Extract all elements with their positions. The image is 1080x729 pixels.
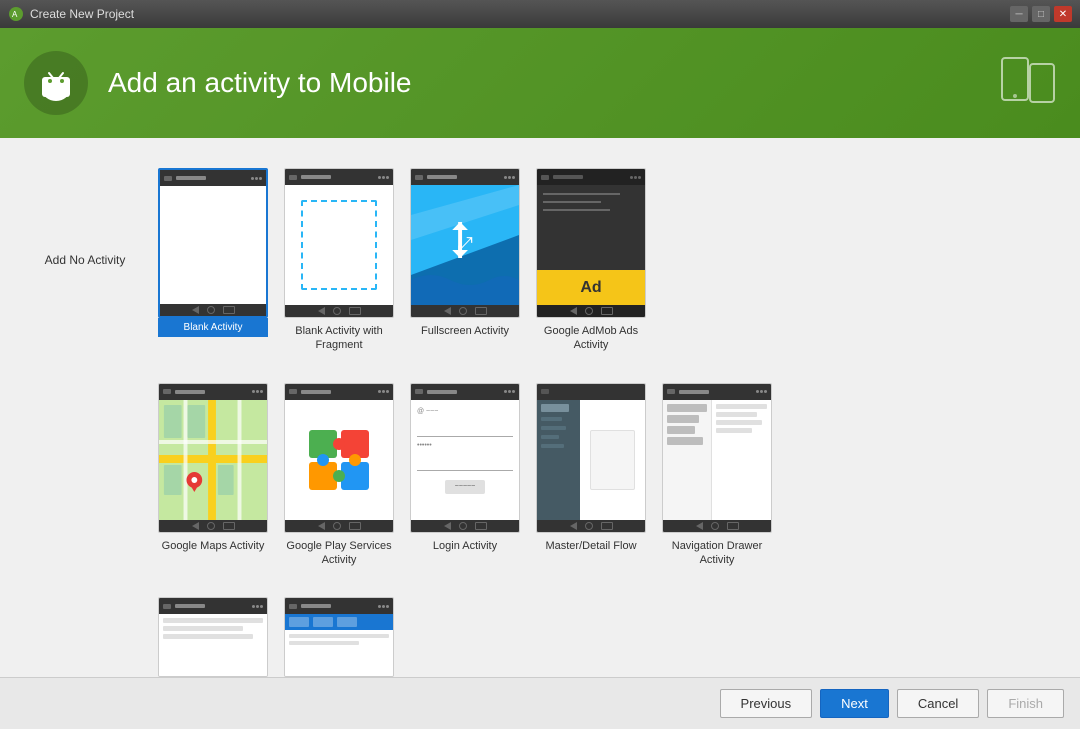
scrollist-preview <box>158 597 268 677</box>
blank-label-bar: Blank Activity <box>158 318 268 337</box>
activity-card-maps[interactable]: Google Maps Activity <box>150 373 276 578</box>
navdrawer-preview <box>662 383 772 533</box>
phone-topbar <box>160 170 266 186</box>
fullscreen-activity-card[interactable]: ⤢ Fullscreen Activity <box>410 168 520 338</box>
masterdetail-body <box>537 400 645 520</box>
activity-card-scrollist[interactable]: Scrolling Activity <box>150 587 276 677</box>
fragment-dashed-box <box>301 200 377 290</box>
maximize-button[interactable]: □ <box>1032 6 1050 22</box>
activity-card-blank[interactable]: Blank Activity <box>150 158 276 363</box>
main-content: Add No Activity <box>0 138 1080 729</box>
maps-label: Google Maps Activity <box>158 539 268 553</box>
login-preview: @ ~~~ •••••• ~~~~~ <box>410 383 520 533</box>
title-bar: A Create New Project ─ □ ✕ <box>0 0 1080 28</box>
activity-card-login[interactable]: @ ~~~ •••••• ~~~~~ Login Activity <box>402 373 528 578</box>
fullscreen-expand-icon: ⤢ <box>457 234 473 257</box>
maps-preview <box>158 383 268 533</box>
navdrawer-activity-card[interactable]: Navigation Drawer Activity <box>662 383 772 568</box>
blank-preview <box>158 168 268 318</box>
masterdetail-preview <box>536 383 646 533</box>
device-icon <box>1000 54 1056 113</box>
fullscreen-preview: ⤢ <box>410 168 520 318</box>
fragment-body <box>285 185 393 305</box>
maps-activity-card[interactable]: Google Maps Activity <box>158 383 268 553</box>
tab-bar <box>285 614 393 630</box>
fragment-label: Blank Activity with Fragment <box>284 324 394 353</box>
navdrawer-label: Navigation Drawer Activity <box>662 539 772 568</box>
window-title: Create New Project <box>30 7 1010 21</box>
admob-banner: Ad <box>537 270 645 305</box>
svg-text:A: A <box>12 10 18 19</box>
fullscreen-body: ⤢ <box>411 185 519 305</box>
login-label: Login Activity <box>410 539 520 553</box>
gplay-preview <box>284 383 394 533</box>
tabbed-activity-card[interactable]: Tabbed Activity <box>284 597 394 677</box>
finish-button[interactable]: Finish <box>987 689 1064 718</box>
admob-activity-card[interactable]: Ad Google AdMob Ads Activity <box>536 168 646 353</box>
login-btn-mock: ~~~~~ <box>445 480 485 494</box>
gplay-label: Google Play Services Activity <box>284 539 394 568</box>
admob-body: Ad <box>537 185 645 305</box>
activity-card-navdrawer[interactable]: Navigation Drawer Activity <box>654 373 780 578</box>
maps-svg <box>159 400 267 520</box>
fragment-activity-card[interactable]: Blank Activity with Fragment <box>284 168 394 353</box>
activity-card-fragment[interactable]: Blank Activity with Fragment <box>276 158 402 363</box>
activity-card-masterdetail[interactable]: Master/Detail Flow <box>528 373 654 578</box>
scrollist-body <box>159 614 267 676</box>
gplay-activity-card[interactable]: Google Play Services Activity <box>284 383 394 568</box>
previous-button[interactable]: Previous <box>720 689 813 718</box>
blank-body <box>160 186 266 304</box>
activity-card-gplay[interactable]: Google Play Services Activity <box>276 373 402 578</box>
add-no-activity-label: Add No Activity <box>45 253 126 267</box>
login-activity-card[interactable]: @ ~~~ •••••• ~~~~~ Login Activity <box>410 383 520 553</box>
tabbed-preview <box>284 597 394 677</box>
minimize-button[interactable]: ─ <box>1010 6 1028 22</box>
android-logo <box>24 51 88 115</box>
masterdetail-activity-card[interactable]: Master/Detail Flow <box>536 383 646 553</box>
login-body: @ ~~~ •••••• ~~~~~ <box>411 400 519 520</box>
next-button[interactable]: Next <box>820 689 889 718</box>
phone-bottombar <box>160 304 266 316</box>
scroll-area[interactable]: Add No Activity <box>0 138 1080 677</box>
admob-label: Google AdMob Ads Activity <box>536 324 646 353</box>
activity-card-fullscreen[interactable]: ⤢ Fullscreen Activity <box>402 158 528 363</box>
window-controls: ─ □ ✕ <box>1010 6 1072 22</box>
cancel-button[interactable]: Cancel <box>897 689 979 718</box>
app-icon: A <box>8 6 24 22</box>
fullscreen-label: Fullscreen Activity <box>410 324 520 338</box>
gplay-body <box>285 400 393 520</box>
activity-card-tabbed[interactable]: Tabbed Activity <box>276 587 402 677</box>
blank-activity-card[interactable]: Blank Activity <box>158 168 268 337</box>
maps-body <box>159 400 267 520</box>
phone-dot <box>164 176 172 181</box>
dialog-header: Add an activity to Mobile <box>0 28 1080 138</box>
dialog-footer: Previous Next Cancel Finish <box>0 677 1080 729</box>
header-title: Add an activity to Mobile <box>108 67 412 99</box>
admob-preview: Ad <box>536 168 646 318</box>
masterdetail-label: Master/Detail Flow <box>536 539 646 553</box>
close-button[interactable]: ✕ <box>1054 6 1072 22</box>
row2-spacer <box>20 373 150 578</box>
navdrawer-body <box>663 400 771 520</box>
add-no-activity-cell[interactable]: Add No Activity <box>20 158 150 363</box>
row3-spacer <box>20 587 150 677</box>
fragment-preview <box>284 168 394 318</box>
scrollist-activity-card[interactable]: Scrolling Activity <box>158 597 268 677</box>
puzzle-icon <box>304 425 374 495</box>
activity-card-admob[interactable]: Ad Google AdMob Ads Activity <box>528 158 654 363</box>
